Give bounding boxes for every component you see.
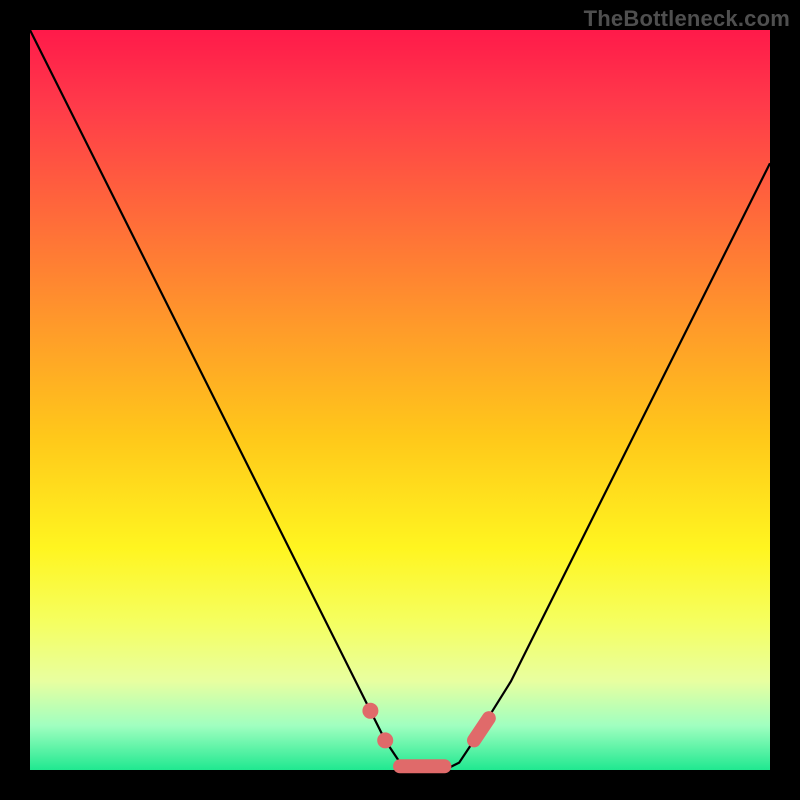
watermark-text: TheBottleneck.com [584, 6, 790, 32]
curve-markers [362, 703, 488, 767]
chart-svg [30, 30, 770, 770]
bottleneck-curve [30, 30, 770, 770]
marker-segment [474, 718, 489, 740]
marker-point [377, 732, 393, 748]
marker-point [362, 703, 378, 719]
chart-frame: TheBottleneck.com [0, 0, 800, 800]
